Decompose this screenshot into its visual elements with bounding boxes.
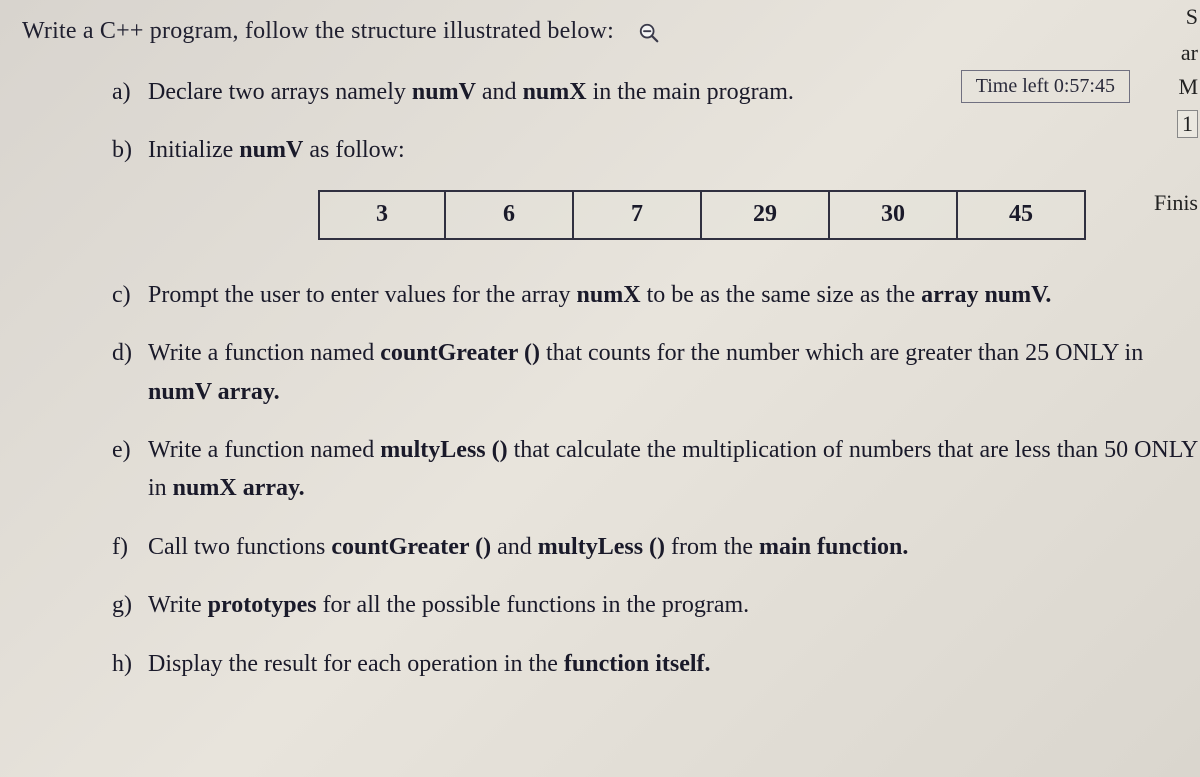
item-letter: a) [112, 73, 148, 111]
item-text: Declare two arrays namely [148, 79, 412, 105]
bold-term: countGreater () [380, 340, 540, 366]
bold-term: numV array. [148, 379, 280, 405]
item-b: b)Initialize numV as follow: [22, 131, 1200, 169]
item-letter: d) [112, 334, 148, 372]
item-text: Initialize [148, 137, 239, 163]
item-text: as follow: [303, 137, 404, 163]
item-text: from the [665, 534, 759, 560]
array-cell: 3 [318, 190, 446, 240]
bold-term: function itself. [564, 651, 711, 677]
cropped-text: 1 [1177, 110, 1198, 138]
item-text: Prompt the user to enter values for the … [148, 282, 577, 308]
item-text: for all the possible functions in the pr… [317, 592, 750, 618]
bold-term: multyLess () [538, 534, 665, 560]
item-text: Write a function named [148, 437, 380, 463]
time-left-box: Time left 0:57:45 [961, 70, 1130, 103]
item-g: g)Write prototypes for all the possible … [22, 586, 1200, 624]
bold-term: main function. [759, 534, 908, 560]
item-text: to be as the same size as the [641, 282, 922, 308]
item-letter: b) [112, 131, 148, 169]
item-letter: f) [112, 528, 148, 566]
cropped-text: S [1186, 4, 1198, 30]
item-d: d)Write a function named countGreater ()… [22, 334, 1200, 411]
item-text: Write [148, 592, 208, 618]
cropped-text: M [1178, 74, 1198, 100]
bold-term: numV [412, 79, 476, 105]
array-cell: 29 [702, 190, 830, 240]
bold-term: numV [239, 137, 303, 163]
array-cell: 6 [446, 190, 574, 240]
item-letter: c) [112, 276, 148, 314]
item-text: Call two functions [148, 534, 331, 560]
right-cropped-strip: S ar M 1 Finis [1168, 0, 1200, 777]
item-text: and [476, 79, 523, 105]
question-content: Write a C++ program, follow the structur… [22, 18, 1200, 683]
numv-array-row: 3 6 7 29 30 45 [318, 190, 1200, 240]
item-c: c)Prompt the user to enter values for th… [22, 276, 1200, 314]
item-letter: h) [112, 645, 148, 683]
item-text: in the main program. [587, 79, 794, 105]
item-text: Write a function named [148, 340, 380, 366]
item-letter: g) [112, 586, 148, 624]
bold-term: numX array. [173, 475, 305, 501]
item-f: f)Call two functions countGreater () and… [22, 528, 1200, 566]
item-h: h)Display the result for each operation … [22, 645, 1200, 683]
item-letter: e) [112, 431, 148, 469]
cropped-text: ar [1181, 40, 1198, 66]
array-cell: 7 [574, 190, 702, 240]
bold-term: numX [523, 79, 587, 105]
array-cell: 45 [958, 190, 1086, 240]
bold-term: array numV. [921, 282, 1051, 308]
bold-term: multyLess () [380, 437, 507, 463]
item-e: e)Write a function named multyLess () th… [22, 431, 1200, 508]
bold-term: prototypes [208, 592, 317, 618]
bold-term: countGreater () [331, 534, 491, 560]
item-text: Display the result for each operation in… [148, 651, 564, 677]
item-text: and [491, 534, 538, 560]
cropped-text: Finis [1154, 190, 1198, 216]
item-text: that counts for the number which are gre… [540, 340, 1143, 366]
bold-term: numX [577, 282, 641, 308]
array-cell: 30 [830, 190, 958, 240]
zoom-out-icon[interactable] [638, 22, 660, 44]
intro-text: Write a C++ program, follow the structur… [22, 18, 1200, 45]
